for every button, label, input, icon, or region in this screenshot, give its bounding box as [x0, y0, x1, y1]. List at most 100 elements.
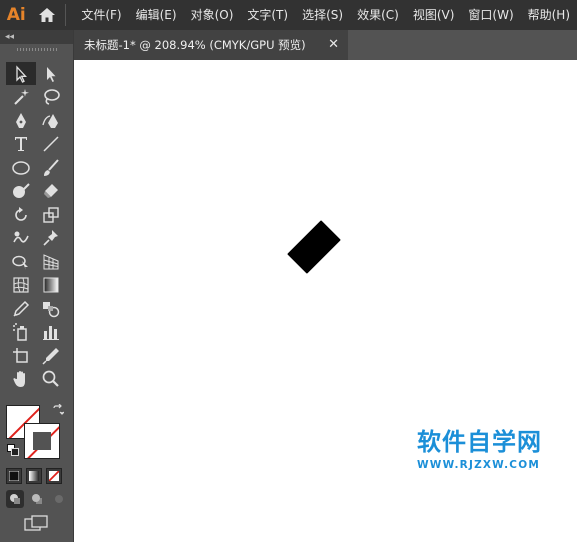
menu-view[interactable]: 视图(V) — [406, 0, 462, 30]
eyedropper-tool[interactable] — [6, 297, 36, 320]
mesh-tool[interactable] — [6, 274, 36, 297]
warp-tool[interactable] — [6, 227, 36, 250]
ellipse-tool[interactable] — [6, 156, 36, 179]
line-segment-icon — [43, 136, 59, 152]
lasso-icon — [44, 89, 60, 105]
watermark-title: 软件自学网 — [417, 428, 542, 456]
screen-mode-icon[interactable] — [24, 515, 50, 533]
fill-stroke-area — [6, 402, 66, 462]
watermark: 软件自学网 WWW.RJZXW.COM — [417, 422, 567, 471]
rotated-rectangle[interactable] — [287, 220, 341, 274]
magic-wand-tool[interactable] — [6, 86, 36, 109]
close-tab-icon[interactable]: ✕ — [328, 37, 339, 52]
spray-can-icon — [13, 323, 27, 341]
paintbrush-tool[interactable] — [36, 156, 66, 179]
menu-effect[interactable]: 效果(C) — [350, 0, 406, 30]
eraser-icon — [44, 184, 58, 198]
lasso-tool[interactable] — [36, 86, 66, 109]
eyedropper-icon — [13, 300, 30, 317]
draw-behind-icon — [32, 494, 42, 504]
color-mode-button[interactable] — [6, 468, 22, 484]
gradient-icon — [43, 277, 59, 293]
menu-help[interactable]: 帮助(H) — [521, 0, 577, 30]
perspective-grid-tool[interactable] — [36, 250, 66, 273]
scale-tool[interactable] — [36, 203, 66, 226]
main-menu: 文件(F) 编辑(E) 对象(O) 文字(T) 选择(S) 效果(C) 视图(V… — [74, 0, 577, 30]
symbol-sprayer-tool[interactable] — [6, 321, 36, 344]
scale-icon — [43, 206, 59, 223]
draw-normal-button[interactable] — [6, 490, 24, 508]
document-tab-bar: 未标题-1* @ 208.94% (CMYK/GPU 预览) ✕ — [74, 30, 577, 60]
eraser-tool[interactable] — [36, 180, 66, 203]
panel-collapse-button[interactable]: ◂◂ — [0, 30, 73, 44]
direct-selection-tool[interactable] — [36, 62, 66, 85]
menu-select[interactable]: 选择(S) — [295, 0, 350, 30]
line-segment-tool[interactable] — [36, 133, 66, 156]
pen-tool[interactable] — [6, 109, 36, 132]
magic-wand-icon — [14, 89, 29, 105]
panel-grip[interactable] — [0, 44, 73, 54]
curvature-pen-icon — [42, 113, 58, 128]
watermark-url: WWW.RJZXW.COM — [417, 459, 540, 471]
draw-inside-button[interactable] — [50, 490, 68, 508]
tool-grid — [0, 54, 73, 391]
app-logo: Ai — [6, 5, 26, 25]
draw-inside-icon — [55, 495, 63, 503]
menu-bar: Ai 文件(F) 编辑(E) 对象(O) 文字(T) 选择(S) 效果(C) 视… — [0, 0, 577, 30]
shaper-tool[interactable] — [6, 180, 36, 203]
artboard-tool[interactable] — [6, 344, 36, 367]
draw-modes — [6, 490, 68, 508]
hand-icon — [13, 371, 25, 387]
pen-icon — [16, 112, 26, 128]
perspective-grid-icon — [43, 253, 59, 269]
none-swatch-icon — [49, 471, 59, 481]
artboard-icon — [13, 347, 28, 363]
gradient-mode-button[interactable] — [26, 468, 42, 484]
stroke-swatch[interactable] — [24, 423, 60, 459]
menu-separator — [65, 4, 67, 26]
selection-tool[interactable] — [6, 62, 36, 85]
default-colors-icon[interactable] — [7, 444, 19, 456]
home-button[interactable] — [33, 0, 62, 30]
puppet-warp-tool[interactable] — [36, 227, 66, 250]
slice-tool[interactable] — [36, 344, 66, 367]
shaper-icon — [13, 183, 30, 198]
draw-normal-icon — [10, 494, 20, 504]
menu-file[interactable]: 文件(F) — [74, 0, 128, 30]
none-mode-button[interactable] — [46, 468, 62, 484]
paintbrush-icon — [44, 158, 59, 176]
curvature-tool[interactable] — [36, 109, 66, 132]
home-icon — [38, 8, 55, 22]
menu-type[interactable]: 文字(T) — [240, 0, 295, 30]
menu-edit[interactable]: 编辑(E) — [129, 0, 184, 30]
blend-tool[interactable] — [36, 297, 66, 320]
shape-builder-tool[interactable] — [6, 250, 36, 273]
type-t-icon — [15, 137, 27, 151]
tools-panel: ◂◂ — [0, 30, 74, 542]
selection-arrow-icon — [16, 64, 27, 83]
pushpin-icon — [43, 230, 58, 246]
stroke-swatch-inner — [33, 432, 51, 450]
column-graph-tool[interactable] — [36, 321, 66, 344]
artboard-canvas[interactable]: 软件自学网 WWW.RJZXW.COM — [74, 60, 577, 542]
document-tab-title: 未标题-1* @ 208.94% (CMYK/GPU 预览) — [84, 38, 306, 52]
mesh-icon — [13, 277, 29, 293]
draw-behind-button[interactable] — [28, 490, 46, 508]
hand-tool[interactable] — [6, 368, 36, 391]
zoom-tool[interactable] — [36, 368, 66, 391]
menu-object[interactable]: 对象(O) — [184, 0, 241, 30]
type-tool[interactable] — [6, 133, 36, 156]
swap-fill-stroke-icon[interactable] — [52, 404, 64, 416]
solid-color-icon — [9, 471, 19, 481]
gradient-tool[interactable] — [36, 274, 66, 297]
illustrator-window: Ai 文件(F) 编辑(E) 对象(O) 文字(T) 选择(S) 效果(C) 视… — [0, 0, 577, 542]
rotate-tool[interactable] — [6, 203, 36, 226]
ellipse-icon — [12, 160, 30, 175]
document-tab[interactable]: 未标题-1* @ 208.94% (CMYK/GPU 预览) ✕ — [74, 30, 348, 60]
color-modes — [6, 468, 62, 484]
rotate-icon — [15, 206, 27, 221]
shape-builder-icon — [12, 255, 28, 270]
direct-selection-arrow-icon — [47, 66, 56, 82]
blend-icon — [43, 301, 60, 317]
menu-window[interactable]: 窗口(W) — [461, 0, 520, 30]
